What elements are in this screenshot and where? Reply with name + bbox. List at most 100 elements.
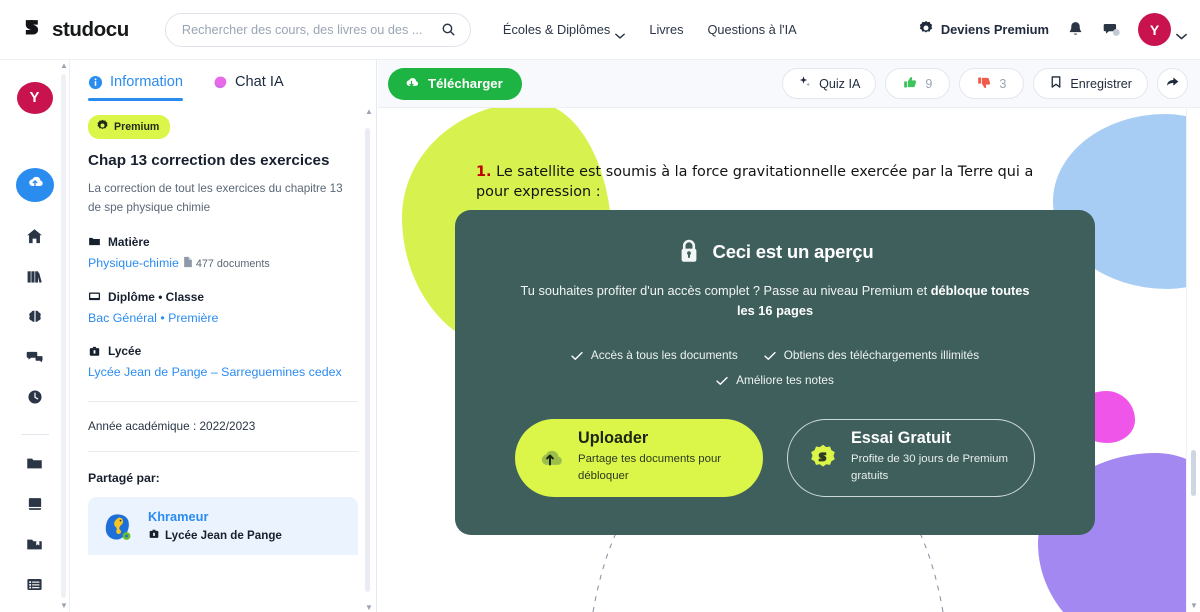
scroll-down-icon[interactable]: ▼ bbox=[60, 602, 68, 610]
brain-icon bbox=[26, 308, 44, 331]
academic-year: Année académique : 2022/2023 bbox=[88, 418, 256, 433]
uploader-cta-desc: Partage tes documents pour débloquer bbox=[578, 452, 722, 483]
thumbs-up-icon bbox=[903, 75, 918, 93]
scrollbar-track[interactable] bbox=[61, 74, 66, 598]
meta-link-diplome[interactable]: Bac Général • Première bbox=[88, 309, 358, 328]
list-icon bbox=[25, 575, 44, 599]
premium-badge-label: Premium bbox=[114, 121, 160, 133]
meta-label-text: Matière bbox=[108, 234, 150, 249]
free-trial-cta-text: Essai Gratuit Profite de 30 jours de Pre… bbox=[851, 429, 1014, 485]
nav-item-questions-ia[interactable]: Questions à l'IA bbox=[707, 22, 796, 37]
scroll-up-icon[interactable]: ▲ bbox=[365, 108, 373, 116]
rail-item-recent[interactable] bbox=[16, 384, 54, 414]
meta-label: Lycée bbox=[88, 344, 358, 358]
like-button[interactable]: 9 bbox=[885, 68, 951, 99]
uploader-cta-button[interactable]: Uploader Partage tes documents pour débl… bbox=[515, 418, 763, 497]
rail-item-library[interactable] bbox=[16, 264, 54, 294]
perk-label: Obtiens des téléchargements illimités bbox=[783, 347, 980, 362]
tab-chat-ia[interactable]: Chat IA bbox=[213, 74, 284, 101]
deviens-premium-button[interactable]: Deviens Premium bbox=[918, 20, 1049, 39]
nav-label: Livres bbox=[649, 22, 684, 37]
dislike-count: 3 bbox=[999, 76, 1007, 91]
rail-item-chats[interactable] bbox=[16, 344, 54, 374]
perk-row: Améliore tes notes bbox=[716, 373, 834, 387]
scroll-up-icon[interactable]: ▲ bbox=[60, 62, 68, 70]
rail-item-upload[interactable] bbox=[15, 167, 54, 202]
meta-link-matiere[interactable]: Physique-chimie bbox=[88, 256, 179, 270]
diploma-icon bbox=[88, 290, 101, 303]
paragraph-text: Le satellite est soumis à la force gravi… bbox=[476, 164, 1034, 201]
divider bbox=[88, 450, 358, 452]
page-scrollbar[interactable]: ▲ ▼ bbox=[1186, 60, 1200, 612]
rail-item-saved[interactable] bbox=[16, 532, 54, 562]
school-icon bbox=[88, 345, 101, 358]
scroll-down-icon[interactable]: ▼ bbox=[365, 604, 373, 612]
nav-item-ecoles-diplomes[interactable]: Écoles & Diplômes bbox=[503, 22, 626, 39]
sparkle-icon bbox=[798, 75, 812, 92]
download-label: Télécharger bbox=[428, 76, 503, 91]
cloud-download-icon bbox=[403, 74, 420, 94]
thumbs-down-icon bbox=[977, 75, 992, 93]
search-icon[interactable] bbox=[441, 22, 456, 37]
rail-item-lists[interactable] bbox=[16, 572, 54, 602]
avatar: Y bbox=[1138, 13, 1171, 46]
page-title: Chap 13 correction des exercices bbox=[88, 152, 330, 169]
search-input[interactable] bbox=[181, 22, 441, 37]
dislike-button[interactable]: 3 bbox=[959, 68, 1025, 99]
share-arrow-icon bbox=[1165, 74, 1180, 94]
panel-scrollbar[interactable]: ▲ ▼ bbox=[365, 108, 373, 612]
save-label: Enregistrer bbox=[1070, 76, 1132, 91]
tab-label: Information bbox=[110, 74, 184, 90]
chevron-down-icon bbox=[1176, 27, 1187, 39]
save-button[interactable]: Enregistrer bbox=[1033, 68, 1148, 99]
sharer-card[interactable]: Khrameur Lycée Jean de Pange bbox=[88, 496, 358, 555]
clock-icon bbox=[26, 388, 44, 411]
sharer-info: Khrameur Lycée Jean de Pange bbox=[148, 509, 282, 543]
lock-icon bbox=[677, 238, 701, 265]
chat-bubbles-icon bbox=[25, 347, 44, 371]
chevron-down-icon bbox=[615, 27, 626, 39]
modal-subtitle: Tu souhaites profiter d'un accès complet… bbox=[515, 281, 1035, 321]
download-button[interactable]: Télécharger bbox=[388, 67, 522, 100]
left-icon-rail: Y ▲ ▼ bbox=[0, 60, 70, 612]
tab-information[interactable]: Information bbox=[88, 74, 184, 101]
top-header: studocu Écoles & Diplômes Livres Questio bbox=[0, 0, 1200, 60]
share-button[interactable] bbox=[1157, 68, 1188, 99]
folder-icon bbox=[25, 454, 44, 478]
perk-label: Améliore tes notes bbox=[736, 372, 834, 387]
quiz-label: Quiz IA bbox=[819, 76, 861, 91]
scrollbar-track[interactable] bbox=[365, 128, 370, 592]
brand-logo[interactable]: studocu bbox=[22, 18, 129, 42]
document-toolbar: Télécharger Quiz IA 9 3 Enregistrer bbox=[378, 60, 1200, 108]
studocu-badge-icon bbox=[808, 443, 838, 473]
search-box[interactable] bbox=[164, 12, 471, 47]
premium-label: Deviens Premium bbox=[940, 22, 1049, 37]
rail-item-ai[interactable] bbox=[16, 304, 54, 334]
header-actions: Deviens Premium Y bbox=[918, 13, 1187, 46]
quiz-ia-button[interactable]: Quiz IA bbox=[782, 68, 877, 99]
scrollbar-thumb[interactable] bbox=[1191, 450, 1196, 496]
free-trial-cta-button[interactable]: Essai Gratuit Profite de 30 jours de Pre… bbox=[787, 418, 1035, 497]
rail-scrollbar[interactable]: ▲ ▼ bbox=[60, 60, 68, 612]
perk-item: Accès à tous les documents bbox=[571, 348, 738, 362]
document-description: La correction de tout les exercices du c… bbox=[88, 181, 343, 214]
meta-link-lycee[interactable]: Lycée Jean de Pange – Sarreguemines cede… bbox=[88, 363, 358, 382]
scroll-down-icon[interactable]: ▼ bbox=[1190, 601, 1198, 610]
seahorse-avatar-icon bbox=[102, 509, 136, 543]
rail-item-home[interactable] bbox=[16, 224, 54, 254]
user-menu[interactable]: Y bbox=[1138, 13, 1187, 46]
nav-item-livres[interactable]: Livres bbox=[649, 22, 683, 37]
sharer-school-text: Lycée Jean de Pange bbox=[165, 528, 282, 542]
modal-perks: Accès à tous les documents Obtiens des t… bbox=[455, 348, 1095, 387]
rail-item-books[interactable] bbox=[16, 491, 54, 521]
premium-gear-icon bbox=[96, 119, 109, 135]
rail-item-folders[interactable] bbox=[16, 451, 54, 481]
brand-name: studocu bbox=[52, 17, 129, 41]
check-icon bbox=[764, 350, 776, 360]
bell-icon[interactable] bbox=[1066, 20, 1085, 39]
sharer-name[interactable]: Khrameur bbox=[148, 509, 282, 524]
rail-avatar[interactable]: Y bbox=[16, 82, 53, 114]
cloud-upload-icon bbox=[535, 443, 565, 473]
chat-bubble-icon[interactable] bbox=[1102, 20, 1121, 39]
meta-label-text: Lycée bbox=[108, 344, 142, 359]
